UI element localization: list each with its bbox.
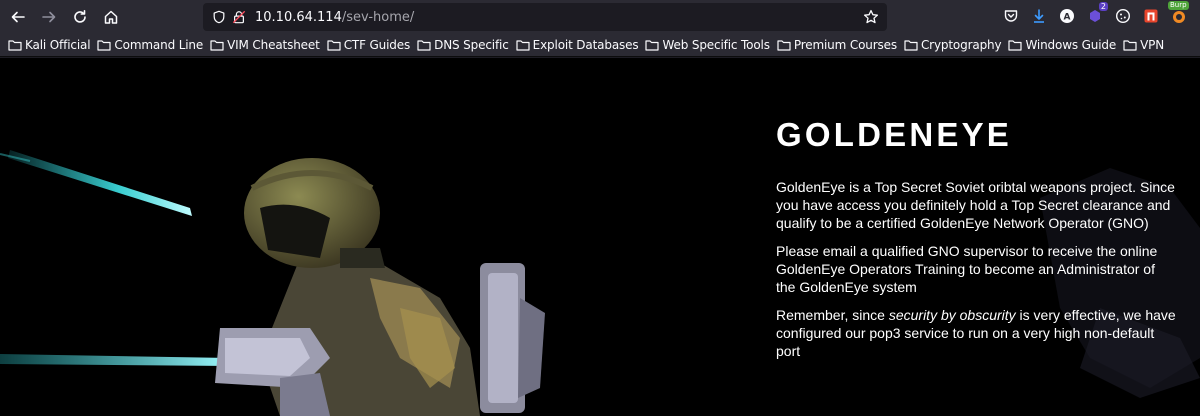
bookmark-folder[interactable]: Windows Guide — [1008, 38, 1116, 52]
content-panel: GOLDENEYE GoldenEye is a Top Secret Sovi… — [776, 116, 1176, 370]
forward-arrow-icon — [42, 11, 56, 23]
bookmark-folder[interactable]: Web Specific Tools — [645, 38, 770, 52]
bookmark-folder[interactable]: VPN — [1123, 38, 1164, 52]
folder-icon — [8, 40, 22, 51]
folder-icon — [210, 40, 224, 51]
url-text[interactable]: 10.10.64.114/sev-home/ — [255, 10, 414, 25]
emphasis-text: security by obscurity — [888, 307, 1016, 323]
home-icon — [104, 10, 118, 24]
bookmark-folder[interactable]: CTF Guides — [327, 38, 410, 52]
home-button[interactable] — [97, 3, 125, 31]
browser-toolbar: 10.10.64.114/sev-home/ A 2 Burp — [0, 0, 1200, 34]
forward-button[interactable] — [35, 3, 63, 31]
svg-text:A: A — [1064, 13, 1071, 23]
page-body: GOLDENEYE GoldenEye is a Top Secret Sovi… — [0, 58, 1200, 416]
n-extension-icon[interactable] — [1140, 5, 1162, 27]
reload-icon — [74, 10, 86, 23]
folder-icon — [904, 40, 918, 51]
account-icon[interactable]: A — [1056, 5, 1078, 27]
bookmark-folder[interactable]: Exploit Databases — [516, 38, 639, 52]
folder-icon — [1123, 40, 1137, 51]
extension-badge-icon[interactable]: 2 — [1084, 2, 1108, 27]
cookie-icon[interactable] — [1112, 5, 1134, 27]
folder-icon — [516, 40, 530, 51]
download-icon[interactable] — [1028, 5, 1050, 27]
bookmark-star-icon[interactable] — [863, 9, 879, 25]
url-bar[interactable]: 10.10.64.114/sev-home/ — [203, 3, 887, 31]
pop3-paragraph: Remember, since security by obscurity is… — [776, 307, 1176, 359]
bookmark-folder[interactable]: Cryptography — [904, 38, 1002, 52]
extensions-row: A 2 Burp — [1000, 1, 1190, 27]
email-paragraph: Please email a qualified GNO supervisor … — [776, 243, 1158, 295]
folder-icon — [1008, 40, 1023, 51]
bookmark-folder[interactable]: Kali Official — [8, 38, 91, 52]
bookmark-folder[interactable]: Command Line — [97, 38, 203, 52]
bookmark-folder[interactable]: Premium Courses — [777, 38, 897, 52]
folder-icon — [777, 40, 791, 51]
url-path: /sev-home/ — [341, 9, 415, 25]
folder-icon — [97, 40, 112, 51]
bookmark-folder[interactable]: DNS Specific — [417, 38, 509, 52]
folder-icon — [645, 40, 660, 51]
badge-count: 2 — [1098, 2, 1108, 11]
pocket-icon[interactable] — [1000, 5, 1022, 27]
shield-icon[interactable] — [211, 9, 227, 25]
folder-icon — [327, 40, 341, 51]
bookmark-folder[interactable]: VIM Cheatsheet — [210, 38, 320, 52]
bookmarks-bar: Kali Official Command Line VIM Cheatshee… — [0, 34, 1200, 57]
burp-badge: Burp — [1168, 1, 1189, 10]
url-host: 10.10.64.114 — [255, 9, 342, 25]
intro-paragraph: GoldenEye is a Top Secret Soviet oribtal… — [776, 179, 1175, 231]
reload-button[interactable] — [66, 3, 94, 31]
insecure-lock-icon[interactable] — [231, 9, 247, 25]
burp-icon[interactable]: Burp — [1168, 1, 1190, 27]
back-arrow-icon — [11, 11, 25, 23]
page-title: GOLDENEYE — [776, 116, 1013, 153]
folder-icon — [417, 40, 431, 51]
back-button[interactable] — [4, 3, 32, 31]
